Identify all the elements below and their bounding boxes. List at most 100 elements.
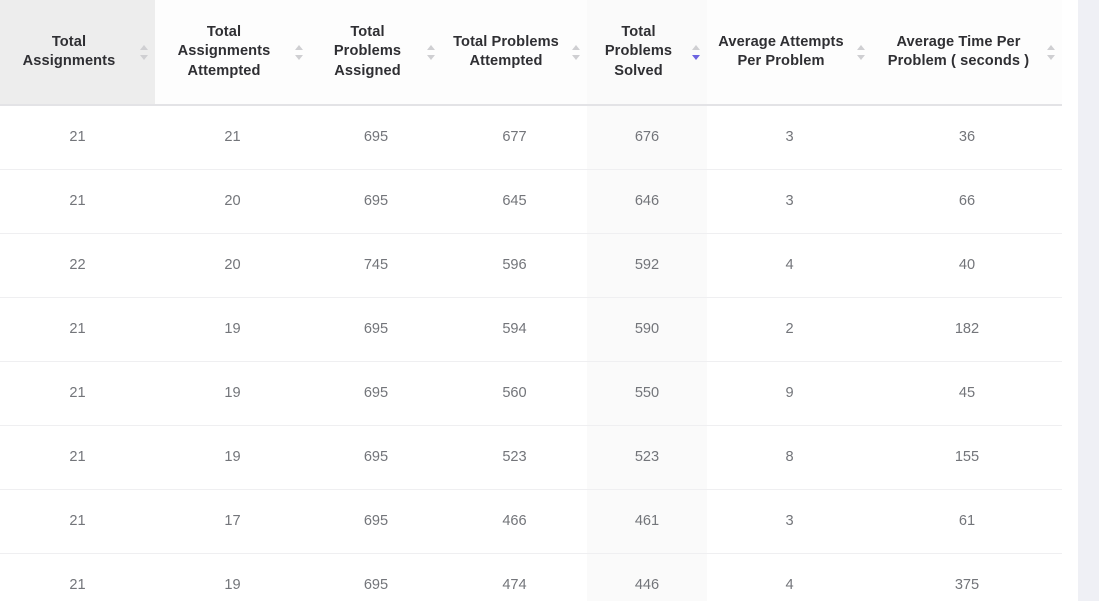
table-row[interactable]: 21 19 695 474 446 4 375 — [0, 552, 1062, 601]
column-header-label: Total Problems Assigned — [333, 23, 402, 79]
sort-icon[interactable] — [1047, 44, 1056, 61]
table-cell: 19 — [155, 296, 310, 361]
sort-icon[interactable] — [857, 44, 866, 61]
table-cell: 21 — [0, 168, 155, 233]
column-header-label: Total Problems Attempted — [453, 33, 559, 70]
table-cell: 695 — [310, 296, 442, 361]
table-cell: 3 — [707, 168, 872, 233]
table-cell: 20 — [155, 232, 310, 297]
table-cell: 66 — [872, 168, 1062, 233]
table-body: 21 21 695 677 676 3 36 21 20 695 645 646 3 66 22 20 745 5… — [0, 105, 1062, 601]
column-header-6[interactable]: Average Time Per Problem ( seconds ) — [872, 0, 1062, 106]
table-cell: 590 — [587, 296, 707, 361]
table-header-row: Total Assignments Total Assignments Attem… — [0, 0, 1062, 106]
table-cell: 695 — [310, 488, 442, 553]
table-row[interactable]: 21 17 695 466 461 3 61 — [0, 488, 1062, 553]
column-header-label: Total Assignments Attempted — [177, 23, 271, 79]
table-row[interactable]: 21 19 695 560 550 9 45 — [0, 360, 1062, 425]
column-header-5[interactable]: Average Attempts Per Problem — [707, 0, 872, 106]
table-cell: 2 — [707, 296, 872, 361]
table-cell: 20 — [155, 168, 310, 233]
table-cell: 550 — [587, 360, 707, 425]
table-cell: 19 — [155, 552, 310, 601]
table-cell: 461 — [587, 488, 707, 553]
column-header-inner: Total Problems Solved — [593, 23, 701, 82]
table-cell: 4 — [707, 552, 872, 601]
table-cell: 695 — [310, 360, 442, 425]
column-header-inner: Total Assignments Attempted — [161, 23, 304, 82]
table-cell: 695 — [310, 424, 442, 489]
table-row[interactable]: 22 20 745 596 592 4 40 — [0, 232, 1062, 297]
table-cell: 677 — [442, 105, 587, 169]
column-header-label: Total Assignments — [22, 33, 116, 70]
table-cell: 17 — [155, 488, 310, 553]
table-cell: 745 — [310, 232, 442, 297]
column-header-inner: Average Attempts Per Problem — [713, 33, 866, 72]
table-cell: 36 — [872, 105, 1062, 169]
sort-ascending-arrow-icon — [1047, 44, 1055, 50]
page-root: Total Assignments Total Assignments Attem… — [0, 0, 1099, 601]
table-cell: 375 — [872, 552, 1062, 601]
sort-ascending-arrow-icon — [692, 44, 700, 50]
table-cell: 40 — [872, 232, 1062, 297]
table-cell: 21 — [0, 552, 155, 601]
sort-ascending-arrow-icon — [857, 44, 865, 50]
sort-descending-arrow-icon — [295, 54, 303, 60]
table-cell: 155 — [872, 424, 1062, 489]
table-cell: 523 — [442, 424, 587, 489]
table-surface: Total Assignments Total Assignments Attem… — [0, 0, 1078, 601]
column-header-2[interactable]: Total Problems Assigned — [310, 0, 442, 106]
column-header-inner: Total Problems Attempted — [448, 33, 581, 72]
table-cell: 21 — [0, 360, 155, 425]
column-header-3[interactable]: Total Problems Attempted — [442, 0, 587, 106]
column-header-1[interactable]: Total Assignments Attempted — [155, 0, 310, 106]
column-header-inner: Total Assignments — [6, 33, 149, 72]
table-cell: 19 — [155, 424, 310, 489]
sort-descending-arrow-icon — [140, 54, 148, 60]
table-cell: 61 — [872, 488, 1062, 553]
table-cell: 182 — [872, 296, 1062, 361]
table-cell: 22 — [0, 232, 155, 297]
sort-ascending-arrow-icon — [427, 44, 435, 50]
table-cell: 695 — [310, 105, 442, 169]
table-row[interactable]: 21 21 695 677 676 3 36 — [0, 105, 1062, 169]
table-cell: 695 — [310, 168, 442, 233]
table-cell: 594 — [442, 296, 587, 361]
table-cell: 21 — [155, 105, 310, 169]
table-row[interactable]: 21 20 695 645 646 3 66 — [0, 168, 1062, 233]
table-cell: 695 — [310, 552, 442, 601]
table-cell: 446 — [587, 552, 707, 601]
table-cell: 596 — [442, 232, 587, 297]
table-cell: 21 — [0, 105, 155, 169]
sort-ascending-arrow-icon — [295, 44, 303, 50]
sort-descending-arrow-icon — [572, 54, 580, 60]
sort-icon[interactable] — [140, 44, 149, 61]
sort-descending-arrow-icon — [692, 54, 700, 60]
table-cell: 676 — [587, 105, 707, 169]
sort-icon[interactable] — [692, 44, 701, 61]
column-header-4[interactable]: Total Problems Solved — [587, 0, 707, 106]
table-cell: 21 — [0, 296, 155, 361]
table-cell: 560 — [442, 360, 587, 425]
column-header-0[interactable]: Total Assignments — [0, 0, 155, 106]
sort-icon[interactable] — [295, 44, 304, 61]
table-cell: 45 — [872, 360, 1062, 425]
statistics-table: Total Assignments Total Assignments Attem… — [0, 0, 1062, 601]
table-row[interactable]: 21 19 695 523 523 8 155 — [0, 424, 1062, 489]
sort-descending-arrow-icon — [857, 54, 865, 60]
table-cell: 21 — [0, 424, 155, 489]
table-cell: 8 — [707, 424, 872, 489]
sort-icon[interactable] — [427, 44, 436, 61]
table-cell: 645 — [442, 168, 587, 233]
table-cell: 21 — [0, 488, 155, 553]
sort-descending-arrow-icon — [427, 54, 435, 60]
table-cell: 646 — [587, 168, 707, 233]
sort-icon[interactable] — [572, 44, 581, 61]
table-cell: 9 — [707, 360, 872, 425]
sort-ascending-arrow-icon — [572, 44, 580, 50]
table-cell: 474 — [442, 552, 587, 601]
table-row[interactable]: 21 19 695 594 590 2 182 — [0, 296, 1062, 361]
table-cell: 3 — [707, 488, 872, 553]
table-cell: 523 — [587, 424, 707, 489]
column-header-label: Average Time Per Problem ( seconds ) — [887, 33, 1030, 70]
